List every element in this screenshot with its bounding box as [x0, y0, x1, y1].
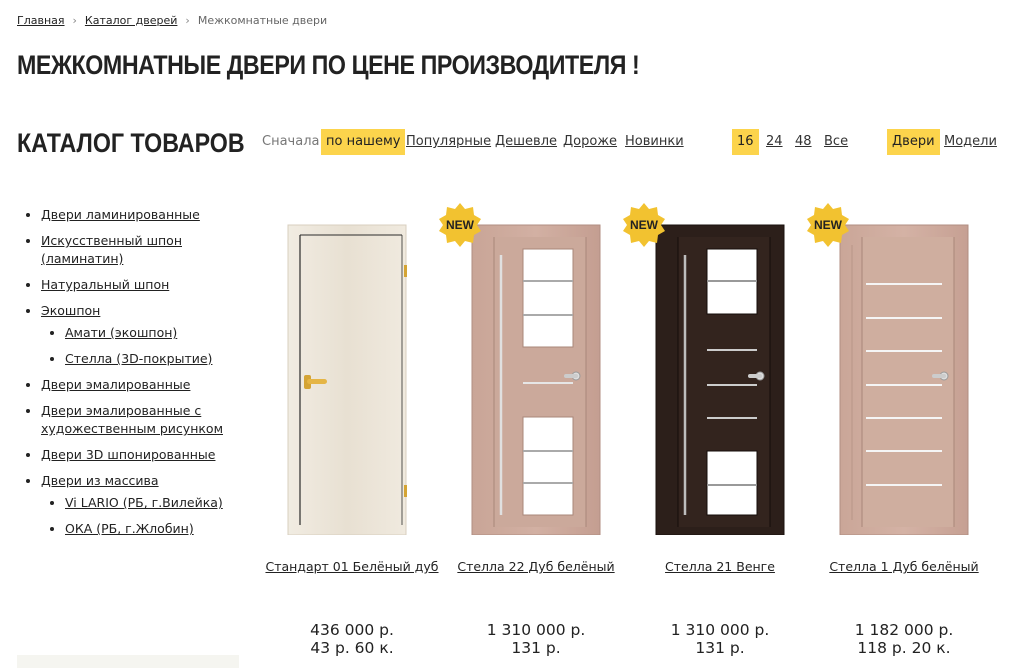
- price-old: 1 182 000 р.: [854, 621, 954, 639]
- sidebar-footer-panel: [17, 655, 239, 668]
- breadcrumb-catalog-link[interactable]: Каталог дверей: [85, 14, 178, 27]
- category-item: Двери 3D шпонированные: [41, 446, 224, 464]
- category-link-solid-wood[interactable]: Двери из массива: [41, 473, 159, 488]
- view-doors[interactable]: Двери: [887, 129, 940, 155]
- breadcrumb: Главная › Каталог дверей › Межкомнатные двер…: [17, 14, 327, 27]
- category-item: Искусственный шпон (ламинатин): [41, 232, 224, 268]
- breadcrumb-separator: ›: [72, 14, 77, 27]
- badge-text: NEW: [446, 218, 475, 232]
- subcategory-item: Амати (экошпон): [65, 324, 224, 342]
- catalog-sidebar: Двери ламинированные Искусственный шпон …: [24, 206, 224, 546]
- category-item: Двери ламинированные: [41, 206, 224, 224]
- sort-option-popular[interactable]: Популярные: [406, 129, 491, 155]
- door-image[interactable]: [630, 205, 810, 535]
- subcategory-list: Амати (экошпон) Стелла (3D-покрытие): [41, 324, 224, 368]
- category-link-enamel-art[interactable]: Двери эмалированные с художественным рис…: [41, 403, 223, 436]
- price-new: 43 р. 60 к.: [310, 639, 394, 657]
- price-old: 1 310 000 р.: [486, 621, 586, 639]
- subcategory-item: ОКА (РБ, г.Жлобин): [65, 520, 224, 538]
- subcategory-link-amati[interactable]: Амати (экошпон): [65, 325, 177, 340]
- new-badge: NEW: [623, 203, 665, 247]
- badge-text: NEW: [814, 218, 843, 232]
- product-price: 1 310 000 р. 131 р.: [630, 621, 810, 657]
- product-price: 1 182 000 р. 118 р. 20 к.: [814, 621, 994, 657]
- price-new: 118 р. 20 к.: [857, 639, 951, 657]
- product-name-link[interactable]: Стелла 22 Дуб белёный: [446, 558, 626, 576]
- price-new: 131 р.: [695, 639, 745, 657]
- new-badge: NEW: [439, 203, 481, 247]
- category-link-ecoveneer[interactable]: Экошпон: [41, 303, 100, 318]
- catalog-toolbar: Сначала по нашему Популярные Дешевле Дор…: [0, 129, 1028, 155]
- category-item: Двери эмалированные: [41, 376, 224, 394]
- category-link-3d-veneer[interactable]: Двери 3D шпонированные: [41, 447, 215, 462]
- breadcrumb-home-link[interactable]: Главная: [17, 14, 65, 27]
- subcategory-list: Vi LARIO (РБ, г.Вилейка) ОКА (РБ, г.Жлоб…: [41, 494, 224, 538]
- category-link-natural-veneer[interactable]: Натуральный шпон: [41, 277, 169, 292]
- sort-label: Сначала: [262, 134, 320, 149]
- category-list: Двери ламинированные Искусственный шпон …: [24, 206, 224, 538]
- door-image[interactable]: [446, 205, 626, 535]
- price-new: 131 р.: [511, 639, 561, 657]
- per-page-24[interactable]: 24: [766, 129, 783, 155]
- product-price: 1 310 000 р. 131 р.: [446, 621, 626, 657]
- price-old: 436 000 р.: [310, 621, 394, 639]
- category-item: Двери эмалированные с художественным рис…: [41, 402, 224, 438]
- badge-text: NEW: [630, 218, 659, 232]
- product-name-link[interactable]: Стелла 1 Дуб белёный: [814, 558, 994, 576]
- per-page-48[interactable]: 48: [795, 129, 812, 155]
- per-page-16[interactable]: 16: [732, 129, 759, 155]
- subcategory-item: Vi LARIO (РБ, г.Вилейка): [65, 494, 224, 512]
- subcategory-item: Стелла (3D-покрытие): [65, 350, 224, 368]
- page-title: МЕЖКОМНАТНЫЕ ДВЕРИ ПО ЦЕНЕ ПРОИЗВОДИТЕЛЯ…: [17, 50, 640, 80]
- category-item: Двери из массива Vi LARIO (РБ, г.Вилейка…: [41, 472, 224, 538]
- door-image[interactable]: [262, 205, 442, 535]
- sort-option-new[interactable]: Новинки: [625, 129, 684, 155]
- category-item: Натуральный шпон: [41, 276, 224, 294]
- breadcrumb-current: Межкомнатные двери: [197, 14, 328, 27]
- breadcrumb-separator: ›: [185, 14, 190, 27]
- door-image[interactable]: [814, 205, 994, 535]
- sort-option-expensive[interactable]: Дороже: [563, 129, 617, 155]
- price-old: 1 310 000 р.: [670, 621, 770, 639]
- new-badge: NEW: [807, 203, 849, 247]
- category-link-artificial-veneer[interactable]: Искусственный шпон (ламинатин): [41, 233, 182, 266]
- category-link-laminated[interactable]: Двери ламинированные: [41, 207, 200, 222]
- sort-option-default[interactable]: по нашему: [321, 129, 406, 155]
- sort-option-cheaper[interactable]: Дешевле: [495, 129, 557, 155]
- category-item: Экошпон Амати (экошпон) Стелла (3D-покры…: [41, 302, 224, 368]
- product-name-link[interactable]: Стандарт 01 Белёный дуб: [262, 558, 442, 576]
- per-page-all[interactable]: Все: [824, 129, 848, 155]
- subcategory-link-vilario[interactable]: Vi LARIO (РБ, г.Вилейка): [65, 495, 223, 510]
- view-models[interactable]: Модели: [944, 129, 997, 155]
- product-name-link[interactable]: Стелла 21 Венге: [630, 558, 810, 576]
- subcategory-link-stella[interactable]: Стелла (3D-покрытие): [65, 351, 212, 366]
- subcategory-link-oka[interactable]: ОКА (РБ, г.Жлобин): [65, 521, 194, 536]
- category-link-enamel[interactable]: Двери эмалированные: [41, 377, 190, 392]
- product-price: 436 000 р. 43 р. 60 к.: [262, 621, 442, 657]
